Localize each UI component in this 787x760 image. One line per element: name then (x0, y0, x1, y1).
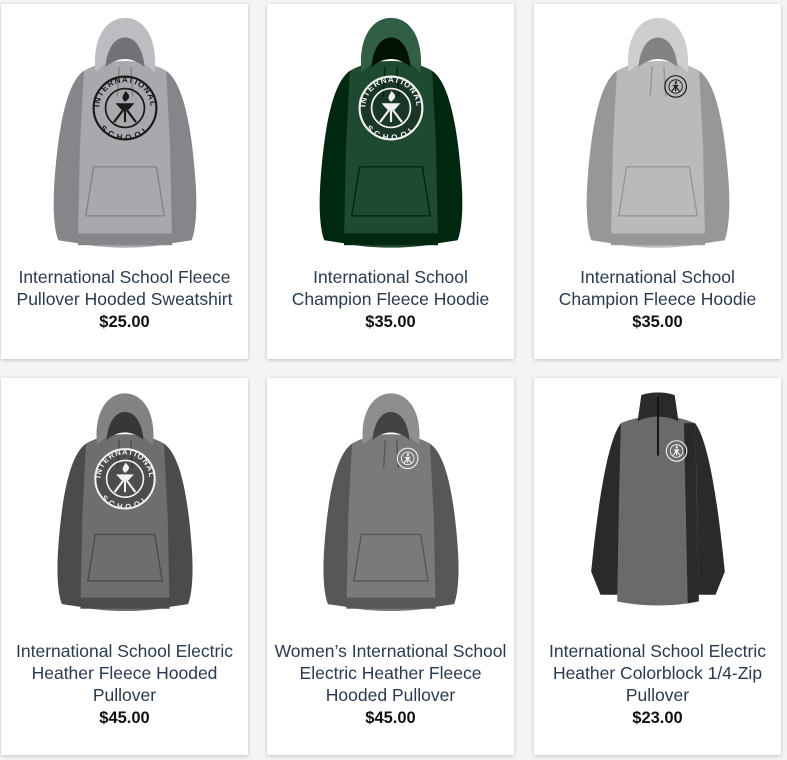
hoodie-illustration (322, 393, 459, 612)
product-title[interactable]: International School Electric Heather Co… (538, 640, 777, 706)
product-image[interactable] (534, 386, 781, 618)
product-image[interactable] (534, 10, 781, 255)
product-image[interactable]: INTERNATIONAL SCHOOL (267, 10, 514, 255)
product-title[interactable]: International School Fleece Pullover Hoo… (5, 266, 244, 310)
product-image[interactable]: INTERNATIONAL SCHOOL (1, 10, 248, 255)
product-card[interactable]: INTERNATIONAL SCHOOL International School… (1, 378, 248, 755)
product-card[interactable]: INTERNATIONAL SCHOOL International School… (1, 4, 248, 359)
product-image[interactable]: INTERNATIONAL SCHOOL (1, 386, 248, 618)
product-price: $25.00 (99, 313, 150, 331)
product-title[interactable]: Women’s International School Electric He… (271, 640, 510, 706)
product-price: $45.00 (365, 709, 416, 727)
product-price: $45.00 (99, 709, 150, 727)
quarter-zip-illustration (590, 392, 725, 606)
product-card[interactable]: International School Champion Fleece Hoo… (534, 4, 781, 359)
product-card[interactable]: INTERNATIONAL SCHOOL International School… (267, 4, 514, 359)
product-title[interactable]: International School Champion Fleece Hoo… (538, 266, 777, 310)
product-card[interactable]: Women’s International School Electric He… (267, 378, 514, 755)
product-price: $35.00 (632, 313, 683, 331)
product-price: $35.00 (365, 313, 416, 331)
product-image[interactable] (267, 386, 514, 618)
product-title[interactable]: International School Champion Fleece Hoo… (271, 266, 510, 310)
product-title[interactable]: International School Electric Heather Fl… (5, 640, 244, 706)
product-card[interactable]: International School Electric Heather Co… (534, 378, 781, 755)
product-price: $23.00 (632, 709, 683, 727)
hoodie-illustration (586, 17, 729, 248)
